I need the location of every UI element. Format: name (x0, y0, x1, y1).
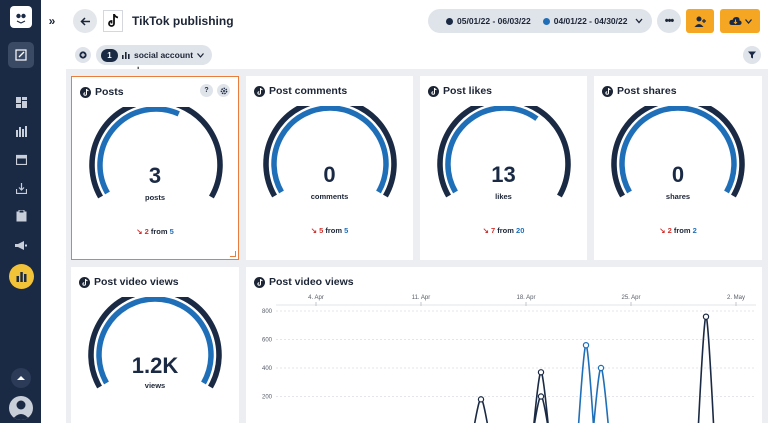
series-line (577, 344, 609, 423)
chart-title: Post video views (269, 276, 354, 288)
post-shares-card[interactable]: Post shares 0 shares ↘ 2 from 2 (594, 76, 762, 260)
x-tick-label: 18. Apr (516, 295, 535, 301)
data-point (477, 396, 485, 403)
primary-date-range: 05/01/22 - 06/03/22 (457, 16, 531, 26)
post-comments-card[interactable]: Post comments 0 comments ↘ 5 from 5 (246, 76, 413, 260)
y-tick-label: 600 (262, 338, 273, 344)
video-views-value: 1.2K (131, 353, 179, 378)
tiktok-icon (428, 85, 439, 97)
cloud-download-icon (728, 16, 742, 25)
card-title: Post likes (443, 85, 493, 97)
compose-icon[interactable] (8, 42, 34, 68)
expand-sidebar-icon[interactable]: » (44, 13, 60, 29)
inbox-icon[interactable] (10, 178, 32, 198)
likes-value: 13 (491, 162, 516, 187)
chevron-down-icon (635, 18, 643, 24)
likes-change: ↘ 7 from 20 (482, 226, 525, 235)
y-tick-label: 400 (262, 366, 273, 372)
add-filter-button[interactable] (75, 47, 91, 63)
data-point (537, 393, 545, 400)
comments-value: 0 (323, 162, 336, 187)
funnel-icon (748, 51, 756, 59)
posts-card[interactable]: Posts ? 3 posts ↘ 2 from 5 (71, 76, 239, 260)
y-tick-label: 200 (262, 395, 273, 401)
posts-value: 3 (148, 163, 162, 188)
x-tick-label: 25. Apr (621, 295, 640, 301)
page-title: TikTok publishing (132, 14, 234, 28)
owl-logo-icon[interactable] (10, 6, 32, 28)
settings-gear-icon[interactable] (217, 84, 230, 97)
card-title: Post video views (94, 276, 179, 288)
calendar-icon[interactable] (10, 149, 32, 169)
decrease-arrow-icon: ↘ (659, 226, 666, 235)
post-likes-card[interactable]: Post likes 13 likes ↘ 7 from 20 (420, 76, 587, 260)
dashboard-icon[interactable] (10, 92, 32, 112)
card-title: Posts (95, 86, 124, 98)
data-point (537, 369, 545, 376)
arrow-left-icon (79, 16, 90, 26)
bar-chart-icon (122, 51, 130, 59)
chevron-up-icon[interactable] (11, 368, 31, 388)
x-tick-label: 11. Apr (412, 295, 431, 301)
plus-icon (79, 51, 87, 59)
download-button[interactable] (720, 9, 760, 33)
video-views-line-chart: 4. Apr 11. Apr 18. Apr 25. Apr 2. May 800 600 4… (262, 295, 756, 423)
filter-button[interactable] (743, 46, 761, 64)
tiktok-icon (80, 86, 91, 98)
sidebar (0, 0, 41, 423)
help-icon[interactable]: ? (200, 84, 213, 97)
chevron-down-icon (744, 18, 752, 24)
date-range-selector[interactable]: 05/01/22 - 06/03/22 04/01/22 - 04/30/22 (428, 9, 652, 33)
clipboard-icon[interactable] (10, 206, 32, 226)
data-point (582, 342, 590, 349)
analytics-icon[interactable] (9, 264, 34, 289)
card-title: Post shares (617, 85, 677, 97)
back-button[interactable] (73, 9, 97, 33)
tiktok-icon (254, 85, 265, 97)
decrease-arrow-icon: ↘ (136, 227, 143, 236)
tiktok-icon (79, 276, 90, 288)
video-views-gauge (88, 297, 222, 389)
video-views-gauge-card[interactable]: Post video views 1.2K views (71, 267, 239, 423)
account-count-badge: 1 (101, 48, 118, 62)
tiktok-icon (254, 276, 265, 288)
likes-unit: likes (495, 192, 512, 201)
compare-range-dot-icon (542, 17, 550, 25)
decrease-arrow-icon: ↘ (482, 226, 489, 235)
x-tick-label: 4. Apr (308, 295, 324, 301)
data-point (702, 313, 710, 320)
card-title: Post comments (269, 85, 348, 97)
social-account-filter[interactable]: 1 social account (96, 45, 212, 65)
more-options-button[interactable]: ••• (657, 9, 681, 33)
y-tick-label: 800 (262, 309, 273, 315)
compare-date-range: 04/01/22 - 04/30/22 (553, 16, 628, 26)
user-avatar-icon[interactable] (9, 396, 33, 420)
decrease-arrow-icon: ↘ (310, 226, 317, 235)
x-tick-label: 2. May (727, 295, 745, 301)
video-views-chart-card[interactable]: Post video views 4. Apr 11. Apr 18. Apr 25.… (246, 267, 762, 423)
shares-unit: shares (665, 192, 691, 201)
add-user-icon (694, 16, 706, 27)
streams-icon[interactable] (10, 121, 32, 141)
dashboard-content: Posts ? 3 posts ↘ 2 from 5 Post comments (66, 69, 768, 423)
shares-value: 0 (671, 162, 685, 187)
data-point (597, 364, 605, 372)
megaphone-icon[interactable] (10, 235, 32, 255)
resize-handle[interactable] (230, 251, 236, 257)
shares-change: ↘ 2 from 2 (659, 226, 697, 235)
primary-range-dot-icon (446, 17, 453, 25)
posts-change: ↘ 2 from 5 (136, 227, 174, 236)
video-views-unit: views (144, 381, 166, 390)
tiktok-icon (602, 85, 613, 97)
chevron-down-icon (197, 52, 205, 58)
account-filter-label: social account (134, 50, 194, 60)
share-button[interactable] (686, 9, 714, 33)
comments-change: ↘ 5 from 5 (310, 226, 349, 235)
comments-unit: comments (310, 192, 349, 201)
series-line (473, 315, 715, 423)
posts-unit: posts (144, 193, 165, 202)
tiktok-logo-icon (103, 10, 123, 32)
